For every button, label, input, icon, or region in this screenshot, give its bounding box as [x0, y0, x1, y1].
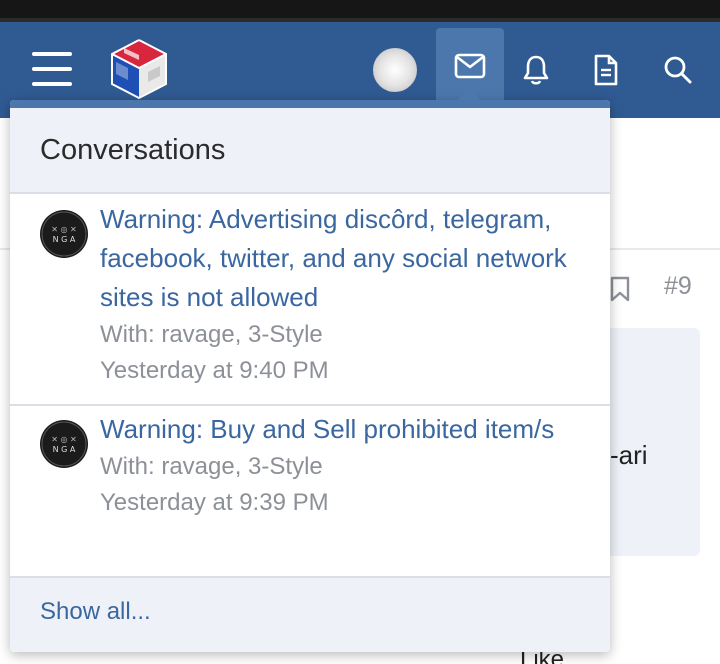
hamburger-menu-icon[interactable]	[32, 52, 72, 86]
conversation-body: Warning: Buy and Sell prohibited item/s …	[100, 410, 580, 521]
conversation-title[interactable]: Warning: Buy and Sell prohibited item/s	[100, 410, 580, 449]
whats-new-button[interactable]	[578, 44, 634, 96]
conversation-participants: With: ravage, 3-Style	[100, 321, 323, 348]
conversation-body: Warning: Advertising discôrd, telegram, …	[100, 200, 580, 389]
document-icon	[594, 54, 618, 86]
svg-text:N G A: N G A	[53, 445, 76, 454]
show-all-link[interactable]: Show all...	[40, 598, 151, 626]
dropdown-footer: Show all...	[10, 578, 610, 652]
avatar[interactable]: ✕ ◎ ✕ N G A	[40, 420, 88, 468]
conversation-participants: With: ravage, 3-Style	[100, 453, 323, 480]
svg-text:✕ ◎ ✕: ✕ ◎ ✕	[51, 225, 76, 234]
site-logo[interactable]	[104, 34, 174, 104]
search-button[interactable]	[650, 44, 706, 96]
conversation-timestamp: Yesterday at 9:40 PM	[100, 357, 329, 384]
svg-text:N G A: N G A	[53, 235, 76, 244]
alerts-button[interactable]	[508, 44, 564, 96]
envelope-icon	[454, 53, 486, 79]
conversation-title[interactable]: Warning: Advertising discôrd, telegram, …	[100, 200, 580, 317]
dropdown-header: Conversations	[10, 108, 610, 194]
svg-text:✕ ◎ ✕: ✕ ◎ ✕	[51, 435, 76, 444]
conversation-item[interactable]: ✕ ◎ ✕ N G A Warning: Advertising discôrd,…	[10, 196, 610, 406]
dropdown-title[interactable]: Conversations	[40, 134, 225, 167]
search-icon	[664, 56, 692, 84]
post-number[interactable]: #9	[664, 272, 692, 301]
dropdown-accent-bar	[10, 100, 610, 108]
conversation-timestamp: Yesterday at 9:39 PM	[100, 489, 329, 516]
conversations-dropdown: Conversations ✕ ◎ ✕ N G A Warning: Advert…	[10, 100, 610, 652]
bell-icon	[523, 55, 549, 85]
bookmark-icon[interactable]	[610, 276, 630, 302]
user-avatar[interactable]	[373, 48, 417, 92]
avatar[interactable]: ✕ ◎ ✕ N G A	[40, 210, 88, 258]
browser-top-strip	[0, 0, 720, 22]
post-text-fragment: -ari	[610, 440, 648, 470]
conversation-item[interactable]: ✕ ◎ ✕ N G A Warning: Buy and Sell prohibi…	[10, 406, 610, 578]
dropdown-caret	[455, 88, 483, 102]
